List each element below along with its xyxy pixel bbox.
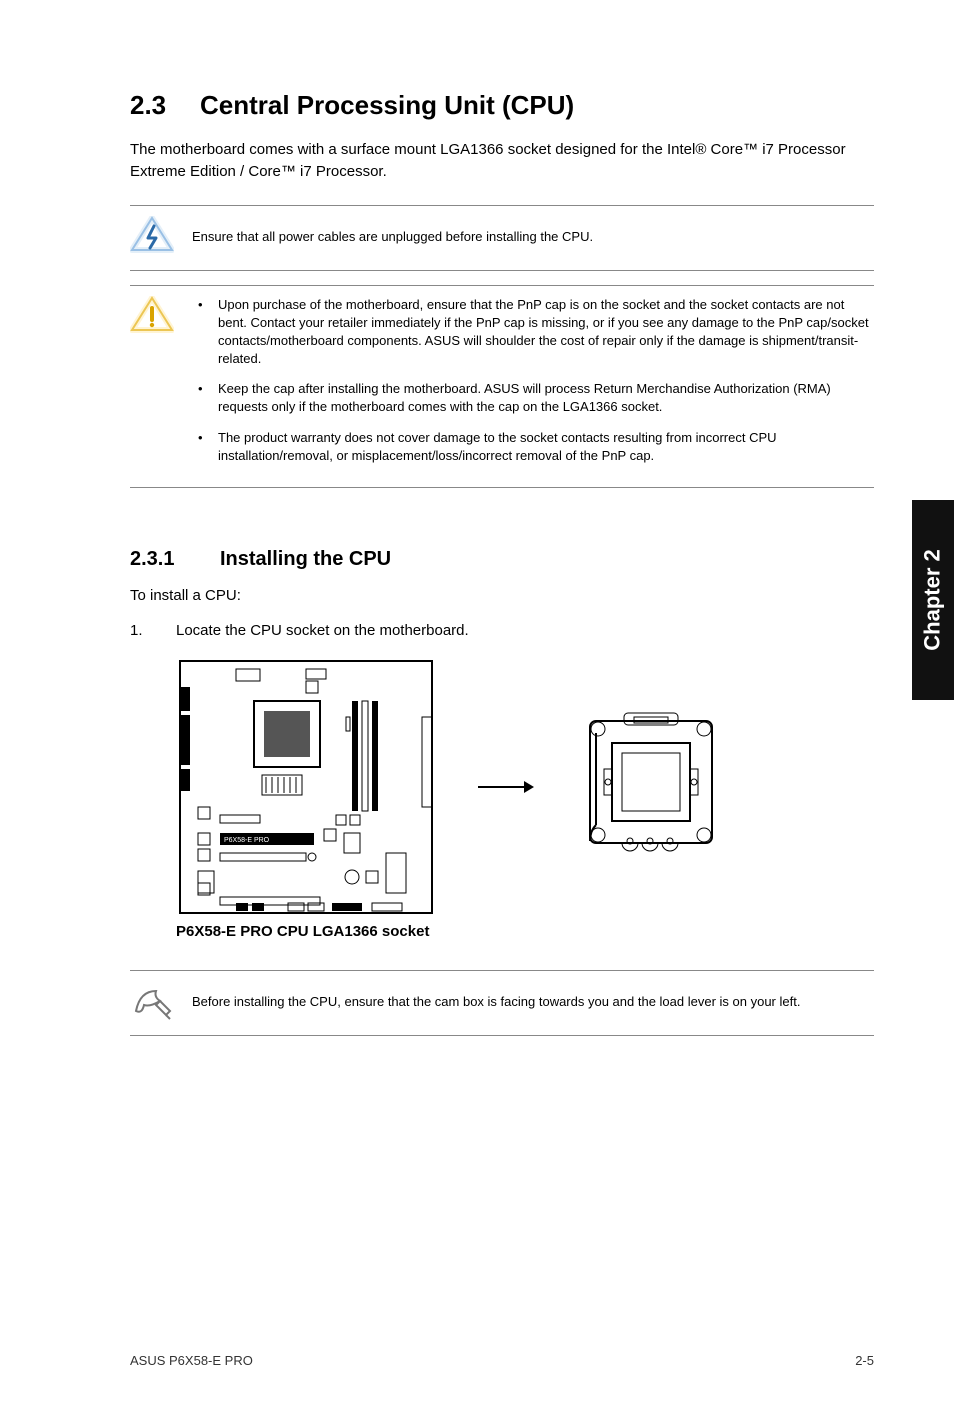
subsection-heading: 2.3.1Installing the CPU	[130, 548, 874, 571]
board-label: P6X58-E PRO	[224, 837, 270, 844]
tip-note: Before installing the CPU, ensure that t…	[130, 970, 874, 1036]
step-1-text: Locate the CPU socket on the motherboard…	[176, 622, 469, 639]
section-heading: 2.3Central Processing Unit (CPU)	[130, 90, 874, 121]
motherboard-figure: P6X58-E PRO	[176, 657, 436, 917]
arrow-icon	[476, 777, 536, 797]
chapter-tab-label: Chapter 2	[920, 549, 946, 650]
page-footer: ASUS P6X58-E PRO 2-5	[130, 1353, 874, 1368]
intro-paragraph: The motherboard comes with a surface mou…	[130, 139, 874, 183]
footer-left: ASUS P6X58-E PRO	[130, 1353, 253, 1368]
warning-text: Ensure that all power cables are unplugg…	[192, 216, 593, 246]
footer-right: 2-5	[855, 1353, 874, 1368]
warning-note: Ensure that all power cables are unplugg…	[130, 205, 874, 271]
lightning-icon	[130, 216, 174, 260]
caution-list: Upon purchase of the motherboard, ensure…	[192, 296, 874, 466]
subsection-title-text: Installing the CPU	[220, 548, 391, 570]
to-install-text: To install a CPU:	[130, 587, 874, 604]
caution-item: Keep the cap after installing the mother…	[192, 380, 874, 416]
chapter-tab: Chapter 2	[912, 500, 954, 700]
caution-item: The product warranty does not cover dama…	[192, 429, 874, 465]
subsection-number: 2.3.1	[130, 548, 220, 571]
socket-closeup-figure	[576, 707, 726, 867]
tip-text: Before installing the CPU, ensure that t…	[192, 981, 800, 1011]
diagram-caption: P6X58-E PRO CPU LGA1366 socket	[176, 923, 874, 940]
caution-note: Upon purchase of the motherboard, ensure…	[130, 285, 874, 489]
pencil-icon	[130, 981, 174, 1025]
socket-diagram: P6X58-E PRO	[176, 657, 874, 917]
caution-item: Upon purchase of the motherboard, ensure…	[192, 296, 874, 369]
section-number: 2.3	[130, 90, 200, 121]
step-1: 1.Locate the CPU socket on the motherboa…	[130, 622, 874, 639]
exclamation-icon	[130, 296, 174, 340]
section-title-text: Central Processing Unit (CPU)	[200, 90, 574, 120]
step-1-number: 1.	[130, 622, 176, 639]
